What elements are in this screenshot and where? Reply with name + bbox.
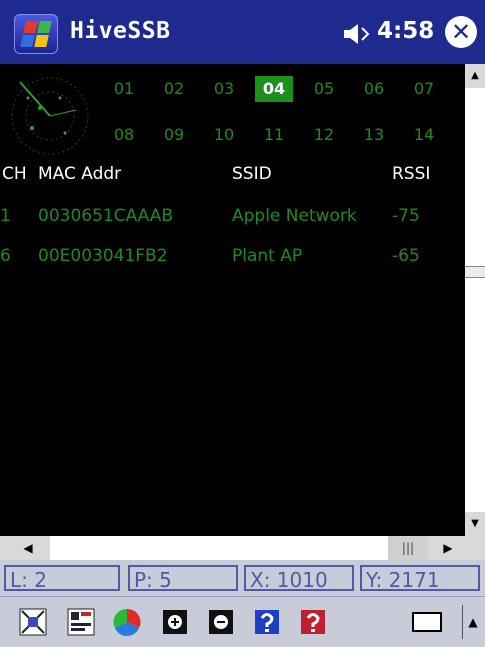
horizontal-scrollbar[interactable]: ◀ ||| ▶ [0,536,485,560]
channel-05[interactable]: 05 [305,76,343,102]
channel-09[interactable]: 09 [155,122,193,148]
horizontal-scroll-thumb[interactable]: ||| [388,536,428,560]
status-bar: L: 2 P: 5 X: 1010 Y: 2171 [0,560,485,596]
cell-ssid: Apple Network [232,206,357,226]
channel-08[interactable]: 08 [105,122,143,148]
close-button[interactable]: ✕ [445,16,477,48]
channel-12[interactable]: 12 [305,122,343,148]
grid-capture-icon[interactable] [18,607,48,637]
cell-ch: 6 [0,246,11,266]
column-header-ssid[interactable]: SSID [232,164,272,184]
channel-06[interactable]: 06 [355,76,393,102]
clock[interactable]: 4:58 [377,18,434,44]
cell-ssid: Plant AP [232,246,303,266]
cell-rssi: -75 [392,206,420,226]
speaker-icon[interactable] [342,22,372,46]
zoom-out-icon[interactable] [206,607,236,637]
status-p: P: 5 [128,565,238,592]
vertical-scroll-thumb[interactable] [465,266,485,278]
chart-view-icon[interactable] [66,607,96,637]
status-l: L: 2 [4,565,120,592]
channel-04[interactable]: 04 [255,76,293,102]
radar-icon [11,77,89,155]
channel-14[interactable]: 14 [405,122,443,148]
column-header-mac[interactable]: MAC Addr [38,164,121,184]
title-bar: HiveSSB 4:58 ✕ [0,0,485,64]
keyboard-icon[interactable] [412,612,442,632]
horizontal-scroll-track[interactable] [50,536,388,560]
windows-flag-icon [20,21,52,47]
cell-ch: 1 [0,206,11,226]
cell-mac: 00E003041FB2 [38,246,168,266]
channel-10[interactable]: 10 [205,122,243,148]
help-alt-icon[interactable] [298,607,328,637]
scroll-left-arrow-icon[interactable]: ◀ [16,536,40,560]
help-icon[interactable] [252,607,282,637]
channel-02[interactable]: 02 [155,76,193,102]
status-x: X: 1010 [244,565,354,592]
cell-mac: 0030651CAAAB [38,206,174,226]
channel-03[interactable]: 03 [205,76,243,102]
command-bar: ▲ [0,596,485,647]
cell-rssi: -65 [392,246,420,266]
column-header-rssi[interactable]: RSSI [392,164,430,184]
status-y: Y: 2171 [360,565,480,592]
main-panel: 01 02 03 04 05 06 07 08 09 10 11 12 13 1… [0,64,465,536]
app-title: HiveSSB [70,18,171,44]
channel-01[interactable]: 01 [105,76,143,102]
scroll-right-arrow-icon[interactable]: ▶ [436,536,460,560]
column-header-ch[interactable]: CH [2,164,27,184]
zoom-in-icon[interactable] [160,607,190,637]
channel-07[interactable]: 07 [405,76,443,102]
color-wheel-icon[interactable] [112,607,142,637]
start-button[interactable] [14,14,58,54]
channel-11[interactable]: 11 [255,122,293,148]
vertical-scrollbar[interactable]: ▲ ▼ [465,64,485,536]
input-panel-arrow-icon[interactable]: ▲ [462,605,483,639]
scroll-up-arrow-icon[interactable]: ▲ [465,64,485,88]
channel-13[interactable]: 13 [355,122,393,148]
scroll-down-arrow-icon[interactable]: ▼ [465,512,485,536]
